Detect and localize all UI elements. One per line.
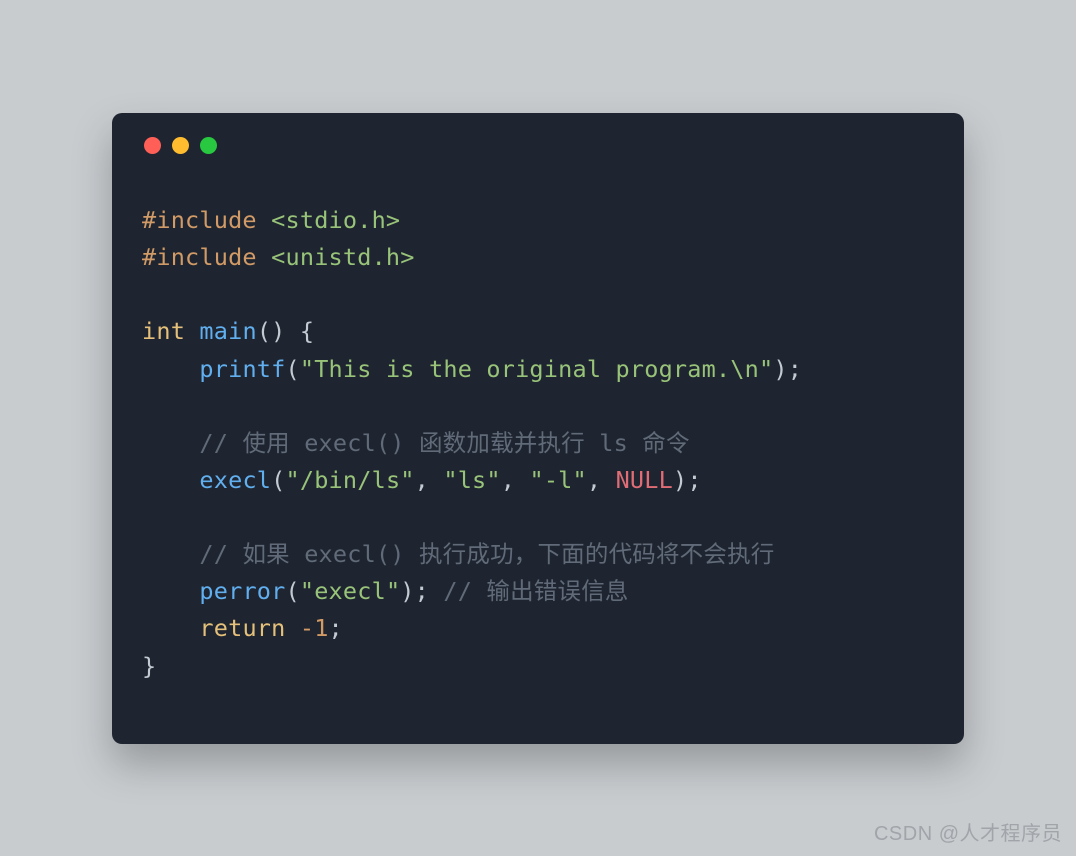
maximize-icon[interactable] <box>200 137 217 154</box>
indent <box>142 466 199 494</box>
indent <box>142 429 199 457</box>
comma: , <box>501 466 530 494</box>
keyword-return: return <box>199 614 285 642</box>
comment: // 输出错误信息 <box>429 577 629 605</box>
indent <box>142 577 199 605</box>
comma: , <box>415 466 444 494</box>
paren: ) <box>773 355 787 383</box>
semicolon: ; <box>329 614 343 642</box>
paren: ( <box>271 466 285 494</box>
indent <box>142 614 199 642</box>
keyword-int: int <box>142 317 185 345</box>
minimize-icon[interactable] <box>172 137 189 154</box>
include-lib: <unistd.h> <box>257 243 415 271</box>
indent <box>142 540 199 568</box>
paren: ) <box>400 577 414 605</box>
close-icon[interactable] <box>144 137 161 154</box>
semicolon: ; <box>687 466 701 494</box>
brace: { <box>286 317 315 345</box>
string-literal: "ls" <box>443 466 500 494</box>
comma: , <box>587 466 616 494</box>
null-literal: NULL <box>616 466 673 494</box>
brace: } <box>142 652 156 680</box>
paren: ( <box>286 355 300 383</box>
watermark: CSDN @人才程序员 <box>874 817 1062 846</box>
fn-printf: printf <box>199 355 285 383</box>
fn-perror: perror <box>199 577 285 605</box>
fn-main: main <box>199 317 256 345</box>
semicolon: ; <box>788 355 802 383</box>
string-literal: "This is the original program.\n" <box>300 355 774 383</box>
window-titlebar <box>112 113 964 154</box>
paren: ) <box>271 317 285 345</box>
string-literal: "execl" <box>300 577 400 605</box>
paren: ) <box>673 466 687 494</box>
comment: // 如果 execl() 执行成功，下面的代码将不会执行 <box>199 540 774 568</box>
include-lib: <stdio.h> <box>257 206 400 234</box>
string-literal: "-l" <box>529 466 586 494</box>
code-window: #include <stdio.h> #include <unistd.h> i… <box>112 113 964 744</box>
string-literal: "/bin/ls" <box>286 466 415 494</box>
comment: // 使用 execl() 函数加载并执行 ls 命令 <box>199 429 689 457</box>
paren: ( <box>286 577 300 605</box>
paren: ( <box>257 317 271 345</box>
semicolon: ; <box>415 577 429 605</box>
indent <box>142 355 199 383</box>
preproc-directive: #include <box>142 243 257 271</box>
code-block: #include <stdio.h> #include <unistd.h> i… <box>112 154 964 715</box>
number-literal: -1 <box>286 614 329 642</box>
preproc-directive: #include <box>142 206 257 234</box>
fn-execl: execl <box>199 466 271 494</box>
